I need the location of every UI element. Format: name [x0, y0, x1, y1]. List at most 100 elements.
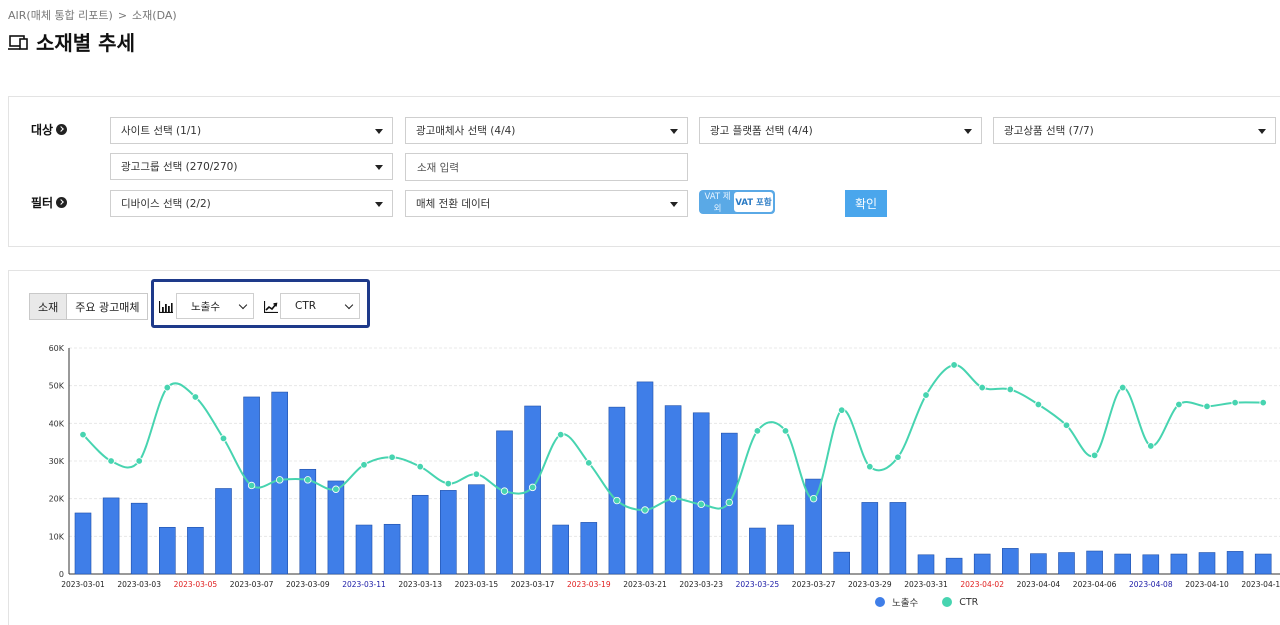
ctr-point: [304, 476, 312, 484]
ctr-point: [1259, 398, 1267, 407]
legend-marker-impressions: [875, 597, 885, 607]
legend-item-impressions[interactable]: 노출수: [875, 595, 918, 609]
ctr-point: [1090, 451, 1099, 460]
bar: [664, 405, 682, 575]
ctr-point: [669, 494, 677, 503]
ctr-point: [1006, 385, 1014, 394]
bar: [749, 527, 766, 575]
bar: [608, 406, 626, 575]
ctr-point: [1118, 383, 1127, 392]
ctr-point: [332, 485, 340, 493]
x-tick-label: 2023-03-07: [230, 580, 274, 589]
bar: [1058, 552, 1075, 575]
bar: [1001, 548, 1019, 575]
bar: [1226, 551, 1244, 575]
bar: [973, 553, 991, 575]
x-tick-label: 2023-04-08: [1129, 580, 1173, 589]
x-tick-label: 2023-03-09: [286, 580, 330, 589]
x-tick-label: 2023-03-21: [623, 580, 667, 589]
ctr-point: [697, 500, 705, 509]
bar: [1114, 553, 1131, 575]
bar: [552, 524, 570, 575]
ctr-point: [1034, 400, 1043, 409]
ctr-point: [809, 494, 818, 503]
bar: [411, 494, 429, 575]
bar: [215, 488, 232, 575]
x-tick-label: 2023-03-17: [511, 580, 555, 589]
bar: [1086, 550, 1103, 575]
y-tick-label: 10K: [49, 532, 65, 541]
bar: [74, 512, 92, 575]
ctr-point: [838, 406, 846, 414]
bar: [102, 497, 120, 575]
ctr-point: [585, 459, 593, 467]
bar: [889, 502, 907, 575]
bar: [777, 524, 794, 575]
ctr-point: [753, 427, 762, 435]
x-tick-label: 2023-03-29: [848, 580, 892, 589]
ctr-point: [725, 498, 733, 507]
ctr-point: [444, 479, 452, 488]
x-tick-label: 2023-03-15: [455, 580, 499, 589]
bar: [833, 551, 851, 575]
y-tick-label: 50K: [49, 382, 65, 391]
bar: [383, 523, 401, 575]
ctr-point: [135, 457, 143, 465]
y-tick-label: 40K: [49, 419, 65, 428]
bar: [1170, 553, 1188, 575]
x-tick-label: 2023-04-12: [1241, 580, 1280, 589]
bar: [187, 526, 204, 575]
legend-item-ctr[interactable]: CTR: [942, 597, 978, 608]
bar: [327, 480, 345, 575]
ctr-point: [781, 427, 790, 435]
ctr-point: [1203, 402, 1211, 411]
x-tick-label: 2023-04-06: [1073, 580, 1117, 589]
y-tick-label: 0: [59, 570, 64, 579]
ctr-point: [472, 470, 481, 478]
bar: [1198, 552, 1216, 575]
bar: [861, 502, 879, 575]
ctr-point: [1147, 442, 1155, 450]
ctr-point: [79, 430, 87, 439]
bar: [130, 502, 148, 575]
bar: [580, 522, 598, 575]
x-tick-label: 2023-03-13: [398, 580, 442, 589]
x-tick-label: 2023-04-10: [1185, 580, 1229, 589]
legend-label-ctr: CTR: [959, 596, 979, 608]
bar: [496, 430, 513, 575]
x-tick-label: 2023-03-31: [904, 580, 948, 589]
y-tick-label: 30K: [49, 457, 65, 466]
ctr-point: [219, 434, 228, 443]
bar: [355, 524, 373, 575]
bar: [1142, 554, 1160, 575]
ctr-point: [557, 430, 565, 439]
chart-legend: 노출수 CTR: [875, 595, 1002, 609]
ctr-point: [950, 361, 958, 369]
bar: [636, 381, 654, 575]
ctr-point: [276, 476, 284, 484]
x-tick-label: 2023-03-23: [679, 580, 723, 589]
bar: [917, 554, 935, 575]
ctr-point: [641, 506, 649, 514]
x-tick-label: 2023-03-01: [61, 580, 105, 589]
bar: [468, 484, 485, 575]
x-tick-label: 2023-04-04: [1017, 580, 1061, 589]
bar: [945, 557, 963, 575]
bar: [439, 490, 457, 575]
bar: [1254, 553, 1272, 575]
bar: [692, 412, 710, 575]
x-tick-label: 2023-03-05: [174, 580, 218, 589]
x-tick-label: 2023-03-19: [567, 580, 611, 589]
x-tick-label: 2023-03-11: [342, 580, 386, 589]
y-tick-label: 60K: [49, 344, 65, 353]
trend-chart: 0 10K 20K 30K 40K 50K 60K 2023-03-01 2023-03-03 2…: [49, 344, 1280, 589]
bar: [159, 526, 176, 575]
bar: [1030, 553, 1047, 575]
x-tick-label: 2023-03-25: [736, 580, 780, 589]
ctr-point: [1062, 421, 1071, 429]
x-tick-label: 2023-03-03: [117, 580, 161, 589]
x-tick-label: 2023-03-27: [792, 580, 836, 589]
ctr-point: [388, 453, 396, 461]
ctr-point: [978, 383, 986, 392]
legend-marker-ctr: [942, 597, 953, 607]
